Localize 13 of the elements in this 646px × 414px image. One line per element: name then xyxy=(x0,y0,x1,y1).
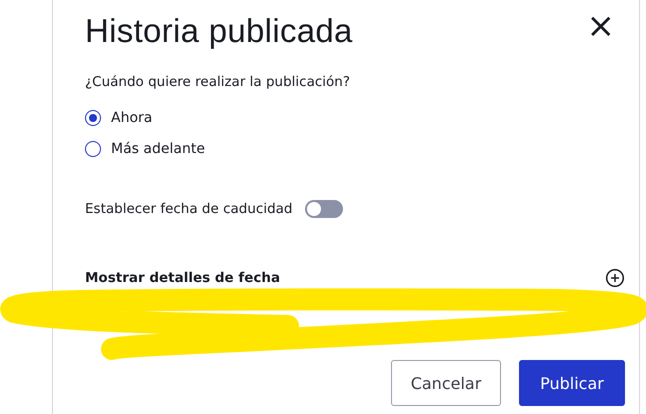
radio-label: Ahora xyxy=(111,110,152,126)
radio-button[interactable] xyxy=(85,110,101,126)
publish-button[interactable]: Publicar xyxy=(519,360,625,406)
toggle-label: Establecer fecha de caducidad xyxy=(85,201,292,217)
toggle-switch[interactable] xyxy=(304,200,342,218)
radio-button[interactable] xyxy=(85,141,101,157)
question-text: ¿Cuándo quiere realizar la publicación? xyxy=(85,74,352,90)
close-button[interactable]: × xyxy=(576,12,625,40)
cancel-button[interactable]: Cancelar xyxy=(391,360,501,406)
dialog-title: Historia publicada xyxy=(85,12,353,50)
radio-label: Más adelante xyxy=(111,141,205,157)
details-label: Mostrar detalles de fecha xyxy=(85,270,280,286)
plus-circle-icon[interactable] xyxy=(605,268,625,288)
